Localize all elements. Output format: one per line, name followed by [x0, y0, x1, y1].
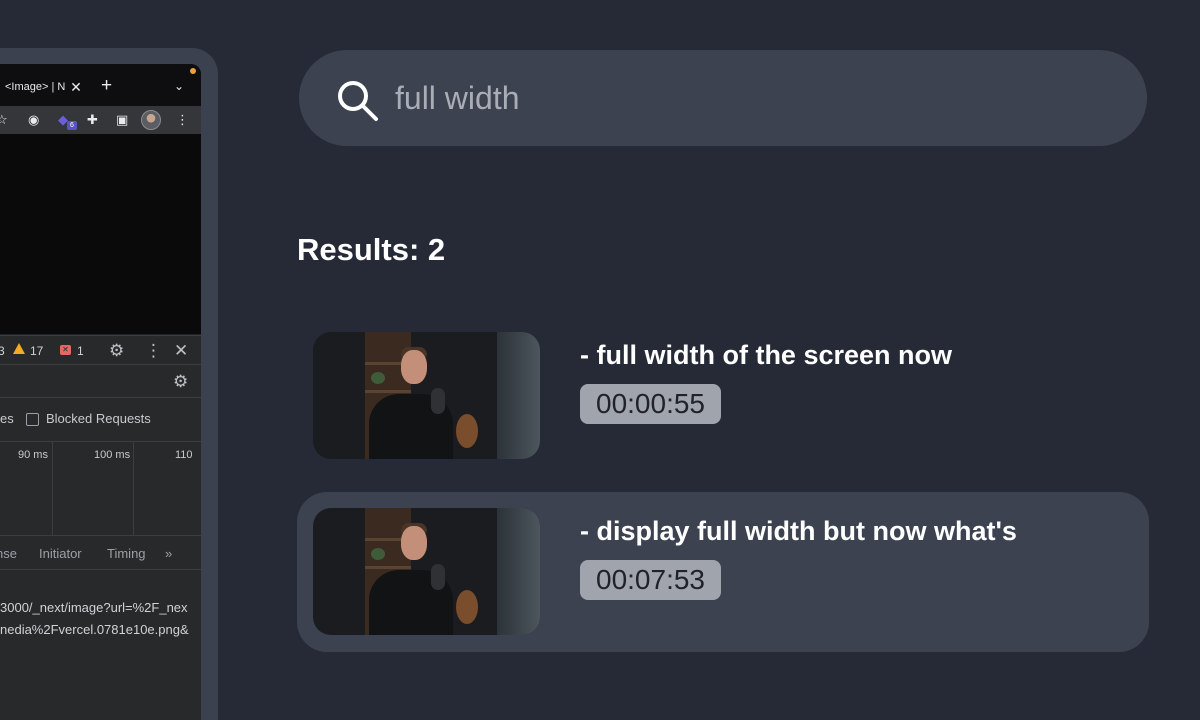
request-url: 3000/_next/image?url=%2F_nex nedia%2Fver…: [0, 597, 201, 641]
star-icon[interactable]: ☆: [0, 112, 8, 128]
search-result-item[interactable]: - full width of the screen now 00:00:55: [297, 316, 1149, 476]
timeline-tick-label: 110: [175, 449, 193, 461]
blocked-requests-label: Blocked Requests: [46, 411, 151, 426]
timeline-gridline: [52, 442, 53, 536]
profile-avatar[interactable]: [141, 110, 161, 130]
timestamp-badge[interactable]: 00:00:55: [580, 384, 721, 424]
search-bar[interactable]: [299, 50, 1147, 146]
close-icon[interactable]: ✕: [174, 341, 188, 361]
errors-count: 1: [77, 344, 84, 358]
network-timeline: 90 ms 100 ms 110: [0, 442, 201, 536]
extension-icon[interactable]: ◉: [28, 112, 39, 128]
gear-icon[interactable]: ⚙: [109, 341, 124, 361]
tab-response[interactable]: nse: [0, 546, 17, 561]
timestamp-badge[interactable]: 00:07:53: [580, 560, 721, 600]
video-thumbnail[interactable]: [313, 332, 540, 459]
url-line: 3000/_next/image?url=%2F_nex: [0, 600, 188, 615]
tab-timing[interactable]: Timing: [107, 546, 146, 561]
issues-count: 3: [0, 344, 5, 358]
devtools-status-row: 3 17 ✕ 1 ⚙ ⋮ ✕: [0, 335, 201, 365]
kebab-menu-icon[interactable]: ⋮: [145, 341, 162, 361]
devtools-panel: 3 17 ✕ 1 ⚙ ⋮ ✕ ⚙ es Blocked Requests 90 …: [0, 335, 201, 720]
timeline-gridline: [133, 442, 134, 536]
timeline-tick-label: 90 ms: [18, 449, 48, 461]
kebab-menu-icon[interactable]: ⋮: [176, 112, 189, 128]
blocked-requests-checkbox[interactable]: [26, 413, 39, 426]
gear-icon[interactable]: ⚙: [173, 372, 188, 392]
devtools-filter-row: ⚙: [0, 366, 201, 398]
warnings-count: 17: [30, 344, 44, 358]
more-tabs-icon[interactable]: »: [165, 546, 172, 561]
browser-tab[interactable]: <Image> | N ✕: [0, 76, 82, 98]
chevron-down-icon[interactable]: ⌄: [174, 79, 184, 93]
results-count-heading: Results: 2: [297, 232, 446, 267]
browser-window-preview: <Image> | N ✕ + ⌄ ☆ ◉ ◆ 6 ✚ ▣ ⋮ 3 17 ✕ 1…: [0, 64, 201, 720]
result-transcript-text: - full width of the screen now: [580, 340, 953, 370]
search-input[interactable]: [395, 72, 1095, 124]
devtools-detail-tabs: nse Initiator Timing »: [0, 536, 201, 570]
browser-tab-bar: <Image> | N ✕ + ⌄: [0, 64, 201, 106]
browser-toolbar: ☆ ◉ ◆ 6 ✚ ▣ ⋮: [0, 106, 201, 134]
extension-badge: 6: [67, 121, 77, 130]
puzzle-icon[interactable]: ✚: [87, 112, 98, 128]
devtools-options-row: es Blocked Requests: [0, 398, 201, 442]
new-tab-icon[interactable]: +: [101, 75, 112, 97]
partial-option-label: es: [0, 411, 14, 426]
page-viewport: [0, 134, 201, 334]
sidebar-icon[interactable]: ▣: [116, 112, 128, 128]
notification-dot: [190, 68, 196, 74]
tab-initiator[interactable]: Initiator: [39, 546, 82, 561]
url-line: nedia%2Fvercel.0781e10e.png&: [0, 622, 189, 637]
warning-icon: [13, 343, 25, 354]
close-tab-icon[interactable]: ✕: [70, 79, 82, 96]
timeline-tick-label: 100 ms: [94, 449, 131, 461]
result-transcript-text: - display full width but now what's: [580, 516, 1017, 546]
video-thumbnail[interactable]: [313, 508, 540, 635]
search-result-item[interactable]: - display full width but now what's 00:0…: [297, 492, 1149, 652]
search-icon: [338, 81, 378, 121]
error-icon: ✕: [60, 345, 71, 355]
tab-title: <Image> | N: [5, 81, 66, 93]
